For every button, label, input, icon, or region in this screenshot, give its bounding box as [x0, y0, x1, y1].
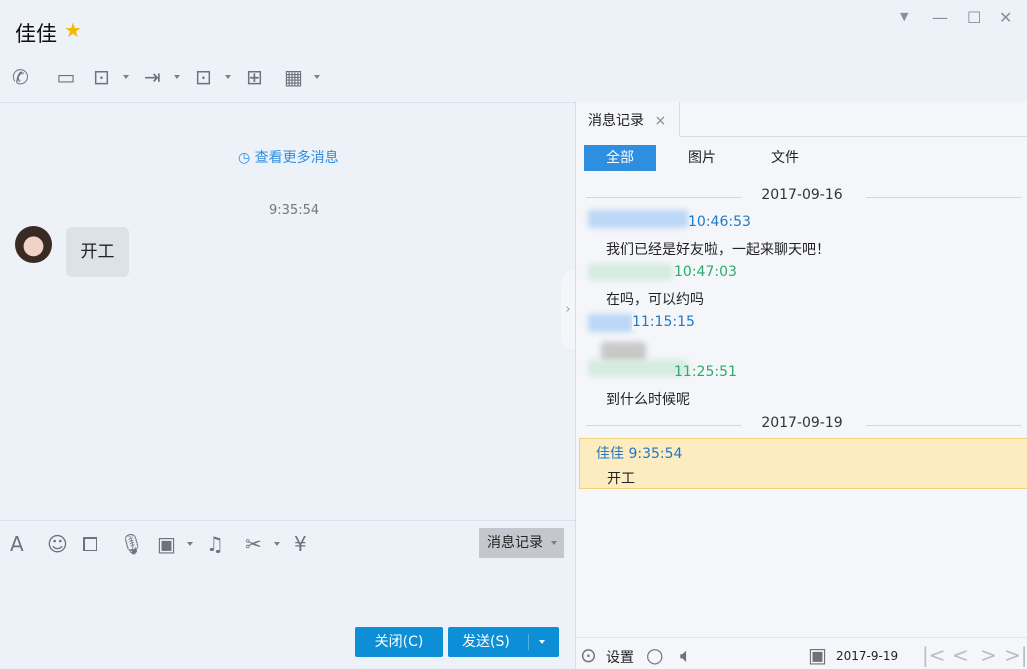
highlighted-message[interactable]: 佳佳 9:35:54 开工 — [579, 438, 1027, 489]
filter-files[interactable]: 文件 — [749, 145, 821, 171]
send-label: 发送(S) — [462, 634, 510, 650]
history-message: 到什么时候呢 — [606, 392, 690, 408]
send-options-icon — [539, 640, 545, 644]
close-tab-icon[interactable]: × — [654, 113, 666, 129]
first-page-icon[interactable]: |< — [922, 643, 946, 667]
last-page-icon[interactable]: >| — [1004, 643, 1027, 667]
font-icon[interactable]: A — [10, 532, 24, 556]
next-page-icon[interactable]: > — [980, 643, 997, 667]
message-time: 10:46:53 — [688, 214, 751, 230]
message-time: 11:25:51 — [674, 364, 737, 380]
music-icon[interactable]: ♫ — [206, 532, 224, 556]
file-transfer-icon[interactable]: ⇥ — [144, 65, 161, 89]
settings-link[interactable]: 设置 — [606, 647, 634, 667]
avatar[interactable] — [15, 226, 52, 263]
dropdown-icon[interactable]: ▼ — [900, 10, 908, 23]
screenshot-icon[interactable]: ✂ — [245, 532, 262, 556]
tab-label: 消息记录 — [588, 113, 644, 129]
history-message: 我们已经是好友啦，一起来聊天吧！ — [606, 242, 830, 258]
send-button[interactable]: 发送(S) — [448, 627, 559, 657]
close-window-button[interactable]: ✕ — [999, 8, 1012, 27]
shake-icon[interactable]: ⧠ — [82, 532, 98, 556]
load-more-label: 查看更多消息 — [254, 150, 339, 166]
history-message: 开工 — [607, 471, 635, 487]
star-vip-icon: ★ — [64, 18, 82, 42]
message-time: 9:35:54 — [269, 203, 320, 218]
prev-page-icon[interactable]: < — [952, 643, 969, 667]
load-more-link[interactable]: ◷ 查看更多消息 — [238, 147, 339, 167]
minimize-button[interactable]: — — [932, 8, 948, 27]
search-icon[interactable]: ○ — [646, 643, 663, 667]
phone-icon[interactable]: ✆ — [12, 65, 29, 89]
maximize-button[interactable]: ☐ — [967, 8, 981, 27]
close-button[interactable]: 关闭(C) — [355, 627, 443, 657]
message-time: 9:35:54 — [628, 446, 683, 462]
new-discussion-icon[interactable]: ⊞ — [246, 65, 263, 89]
contact-name: 佳佳 — [15, 22, 57, 46]
message-time: 11:15:15 — [632, 314, 695, 330]
apps-icon[interactable]: ▦ — [284, 65, 303, 89]
remote-desktop-icon[interactable]: ⊡ — [195, 65, 212, 89]
date-separator: 2017-09-16 — [761, 187, 843, 203]
selected-date[interactable]: 2017-9-19 — [836, 649, 898, 663]
history-button[interactable]: 消息记录 — [479, 528, 564, 558]
video-icon[interactable]: ▭ — [52, 65, 80, 89]
history-panel: 消息记录 × 全部 图片 文件 2017-09-16 10:46:53 我们已经… — [575, 102, 1027, 669]
filter-all[interactable]: 全部 — [584, 145, 656, 171]
image-icon[interactable]: ▣ — [157, 532, 176, 556]
message-bubble: 开工 — [66, 227, 129, 277]
volume-icon[interactable]: 🔈︎ — [680, 643, 692, 667]
tab-history[interactable]: 消息记录 × — [576, 102, 680, 136]
settings-icon[interactable]: ⊙ — [580, 643, 597, 667]
sender-name: 佳佳 — [596, 446, 624, 462]
history-button-label: 消息记录 — [487, 535, 543, 551]
filter-images[interactable]: 图片 — [666, 145, 738, 171]
calendar-icon[interactable]: ▣ — [808, 643, 827, 667]
collapse-panel-handle[interactable]: › — [561, 270, 575, 350]
screen-share-icon[interactable]: ⊡ — [93, 65, 110, 89]
voice-icon[interactable]: 🎙︎ — [119, 532, 144, 556]
date-separator: 2017-09-19 — [761, 415, 843, 431]
history-message: 在吗，可以约吗 — [606, 292, 704, 308]
clock-icon: ◷ — [238, 150, 251, 166]
message-time: 10:47:03 — [674, 264, 737, 280]
red-packet-icon[interactable]: ¥ — [294, 532, 307, 556]
emoji-icon[interactable]: ☺ — [47, 532, 68, 556]
